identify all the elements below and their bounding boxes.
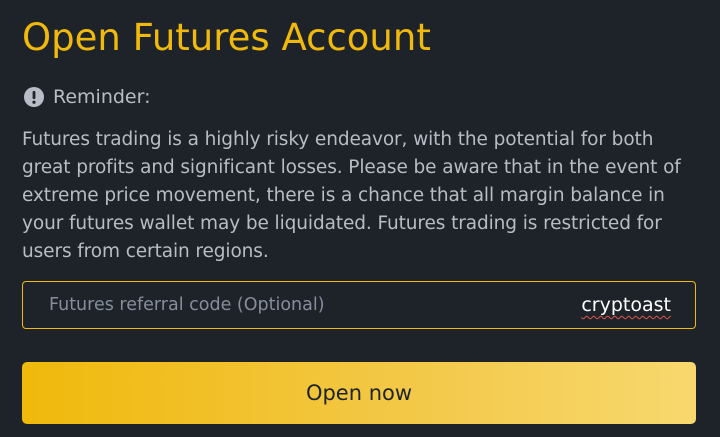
open-now-button[interactable]: Open now: [22, 362, 696, 424]
referral-code-label: Futures referral code (Optional): [49, 295, 325, 315]
referral-code-value[interactable]: cryptoast: [581, 294, 671, 316]
open-futures-dialog: Open Futures Account Reminder: Futures t…: [0, 0, 720, 437]
dialog-title: Open Futures Account: [22, 16, 431, 59]
reminder-label: Reminder:: [53, 86, 151, 108]
risk-disclaimer: Futures trading is a highly risky endeav…: [22, 129, 681, 262]
exclamation-circle-icon: [23, 86, 45, 108]
referral-code-field[interactable]: Futures referral code (Optional) cryptoa…: [22, 281, 696, 329]
reminder-heading: Reminder:: [23, 85, 151, 109]
